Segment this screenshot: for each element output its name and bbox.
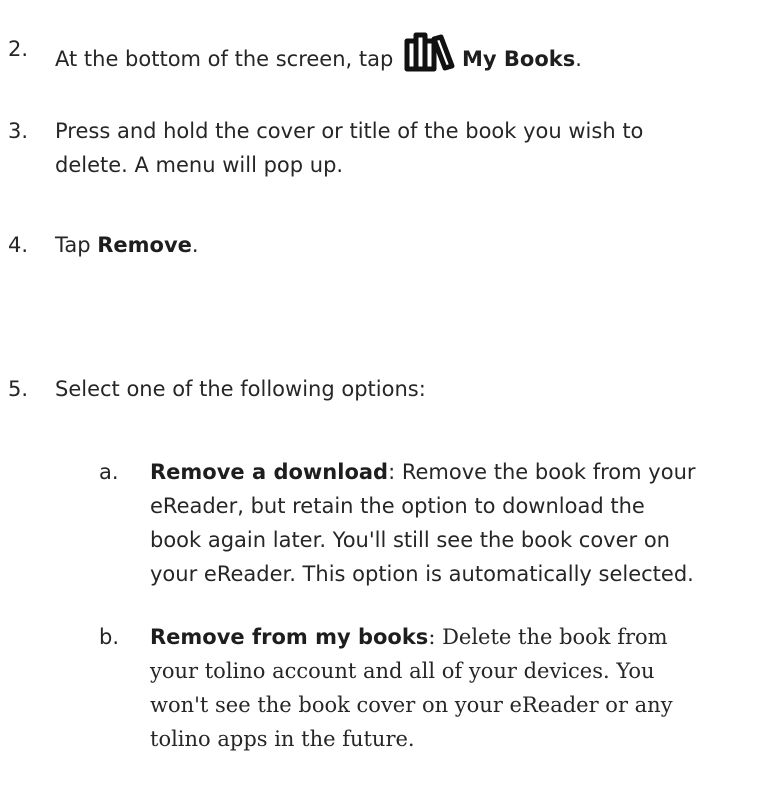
step-number: 4. (8, 233, 29, 257)
step-number: 3. (8, 119, 29, 143)
option-text-line: your eReader. This option is automatical… (150, 562, 694, 586)
books-icon (404, 32, 455, 72)
option-letter: b. (99, 625, 120, 649)
option-text-line: : Delete the book from (428, 625, 668, 649)
step-text: At the bottom of the screen, tap My Book… (55, 32, 750, 76)
option-text: Remove from my books: Delete the book fr… (150, 620, 756, 756)
step-text: Tap Remove. (55, 228, 750, 262)
step-text-after: . (575, 47, 582, 71)
step-text-before: At the bottom of the screen, tap (55, 47, 394, 71)
step-text-before: Tap (55, 233, 98, 257)
option-title: Remove from my books (150, 625, 429, 649)
step-text: Press and hold the cover or title of the… (55, 114, 750, 182)
my-books-label: My Books (462, 47, 576, 71)
option-text: Remove a download: Remove the book from … (150, 455, 756, 591)
step-number: 2. (8, 37, 29, 61)
option-text-line: : Remove the book from your (388, 460, 696, 484)
option-letter: a. (99, 460, 119, 484)
option-text-line: won't see the book cover on your eReader… (150, 693, 673, 717)
step-text: Select one of the following options: (55, 377, 426, 401)
remove-label: Remove (97, 233, 192, 257)
option-text-line: tolino apps in the future. (150, 727, 415, 751)
step-text-line: Press and hold the cover or title of the… (55, 119, 644, 143)
step-text-line: delete. A menu will pop up. (55, 153, 344, 177)
option-title: Remove a download (150, 460, 389, 484)
option-text-line: book again later. You'll still see the b… (150, 528, 670, 552)
option-text-line: your tolino account and all of your devi… (150, 659, 655, 683)
step-number: 5. (8, 377, 29, 401)
step-text-after: . (191, 233, 199, 257)
option-text-line: eReader, but retain the option to downlo… (150, 494, 645, 518)
